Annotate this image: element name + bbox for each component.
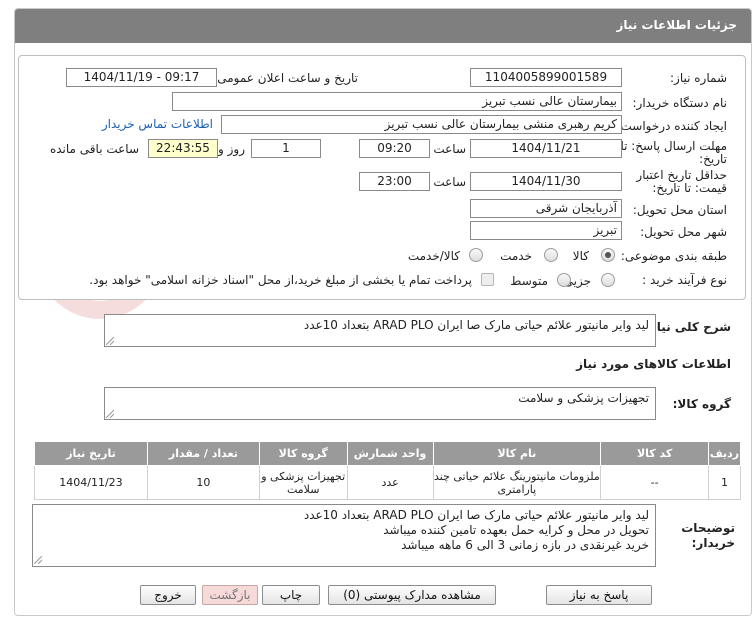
summary-textarea: لید وایر مانیتور علائم حیاتی مارک صا ایر…	[104, 314, 656, 347]
process-option-medium: متوسط	[510, 274, 548, 288]
process-radio-minor[interactable]	[601, 273, 615, 287]
cell-row-number: 1	[708, 465, 741, 500]
deadline-label: مهلت ارسال پاسخ: تا	[620, 139, 727, 153]
validity-time-field: 23:00	[359, 172, 430, 191]
city-field: تبریز	[470, 221, 622, 240]
creator-label: ایجاد کننده درخواست:	[616, 119, 727, 133]
announce-field: 1404/11/19 - 09:17	[66, 68, 217, 87]
deadline-label-2: تاریخ:	[699, 152, 727, 166]
table-header-row: ردیف کد کالا نام کالا واحد شمارش گروه کا…	[34, 441, 741, 466]
days-field: 1	[251, 139, 321, 158]
category-option-service: خدمت	[500, 249, 532, 263]
goods-group-textarea: تجهیزات پزشکی و سلامت	[104, 387, 656, 420]
buyer-org-label: نام دستگاه خریدار:	[632, 96, 728, 110]
cell-unit: عدد	[346, 465, 434, 500]
resize-grip-icon[interactable]	[34, 556, 42, 564]
category-radio-goods[interactable]	[601, 248, 615, 262]
category-option-goods: کالا	[572, 249, 589, 263]
announce-label: تاریخ و ساعت اعلان عمومی:	[213, 71, 358, 85]
validity-label-2: قیمت: تا تاریخ:	[652, 181, 727, 195]
creator-field: کریم رهبری منشی بیمارستان عالی نسب تبریز	[221, 115, 622, 134]
resize-grip-icon[interactable]	[106, 410, 114, 418]
view-docs-button[interactable]: مشاهده مدارک پیوستی (0)	[328, 585, 496, 605]
category-radio-service[interactable]	[544, 248, 558, 262]
need-number-label: شماره نیاز:	[670, 71, 727, 85]
col-header-unit: واحد شمارش	[346, 441, 434, 466]
province-label: استان محل تحویل:	[632, 203, 727, 217]
back-button[interactable]: بازگشت	[202, 585, 258, 605]
col-header-group: گروه کالا	[258, 441, 348, 466]
cell-quantity: 10	[146, 465, 260, 500]
resize-grip-icon[interactable]	[106, 337, 114, 345]
table-row: 1 -- ملزومات مانیتورینگ علائم حیاتی چند …	[34, 465, 741, 500]
col-header-date: تاریخ نیاز	[34, 441, 148, 466]
process-radio-medium[interactable]	[557, 273, 571, 287]
col-header-row-number: ردیف	[708, 441, 741, 466]
exit-button[interactable]: خروج	[140, 585, 196, 605]
process-label: نوع فرآیند خرید :	[642, 273, 727, 287]
cell-name: ملزومات مانیتورینگ علائم حیاتی چند پارام…	[432, 465, 602, 500]
items-table: ردیف کد کالا نام کالا واحد شمارش گروه کا…	[34, 441, 741, 500]
goods-group-label: گروه کالا:	[672, 397, 731, 411]
validity-date-field: 1404/11/30	[470, 172, 622, 191]
validity-label: حداقل تاریخ اعتبار	[636, 168, 727, 182]
buyer-notes-label-2: خریدار:	[691, 536, 735, 550]
buyer-notes-textarea: لید وایر مانیتور علائم حیاتی مارک صا ایر…	[32, 504, 656, 567]
days-label: روز و	[218, 142, 245, 156]
print-button[interactable]: چاپ	[262, 585, 320, 605]
deadline-time-field: 09:20	[359, 139, 430, 158]
remaining-time-field: 22:43:55	[148, 139, 218, 158]
contact-buyer-link[interactable]: اطلاعات تماس خریدار	[102, 117, 213, 131]
header-bar: جزئیات اطلاعات نیاز	[15, 9, 751, 43]
cell-group: تجهیزات پزشکی و سلامت	[258, 465, 348, 500]
page-title: جزئیات اطلاعات نیاز	[616, 18, 737, 32]
deadline-date-field: 1404/11/21	[470, 139, 622, 158]
category-radio-goods-service[interactable]	[469, 248, 483, 262]
province-field: آذربایجان شرقی	[470, 199, 622, 218]
city-label: شهر محل تحویل:	[640, 225, 727, 239]
cell-date: 1404/11/23	[34, 465, 148, 500]
col-header-quantity: تعداد / مقدار	[146, 441, 260, 466]
remaining-label: ساعت باقی مانده	[49, 142, 139, 156]
payment-checkbox[interactable]	[481, 273, 494, 286]
deadline-hour-label: ساعت	[433, 142, 466, 156]
cell-code: --	[600, 465, 710, 500]
category-option-goods-service: کالا/خدمت	[407, 249, 460, 263]
buyer-notes-label: توضیحات	[681, 521, 735, 535]
reply-button[interactable]: پاسخ به نیاز	[546, 585, 652, 605]
summary-label: شرح کلی نیاز:	[645, 320, 731, 334]
payment-note: پرداخت تمام یا بخشی از مبلغ خرید،از محل …	[89, 273, 472, 287]
category-label: طبقه بندی موضوعی:	[620, 249, 727, 263]
validity-hour-label: ساعت	[433, 175, 466, 189]
goods-section-title: اطلاعات کالاهای مورد نیاز	[576, 357, 731, 371]
col-header-code: کد کالا	[600, 441, 710, 466]
buyer-org-field: بیمارستان عالی نسب تبریز	[172, 92, 622, 111]
need-number-field: 1104005899001589	[470, 68, 622, 87]
col-header-name: نام کالا	[432, 441, 602, 466]
